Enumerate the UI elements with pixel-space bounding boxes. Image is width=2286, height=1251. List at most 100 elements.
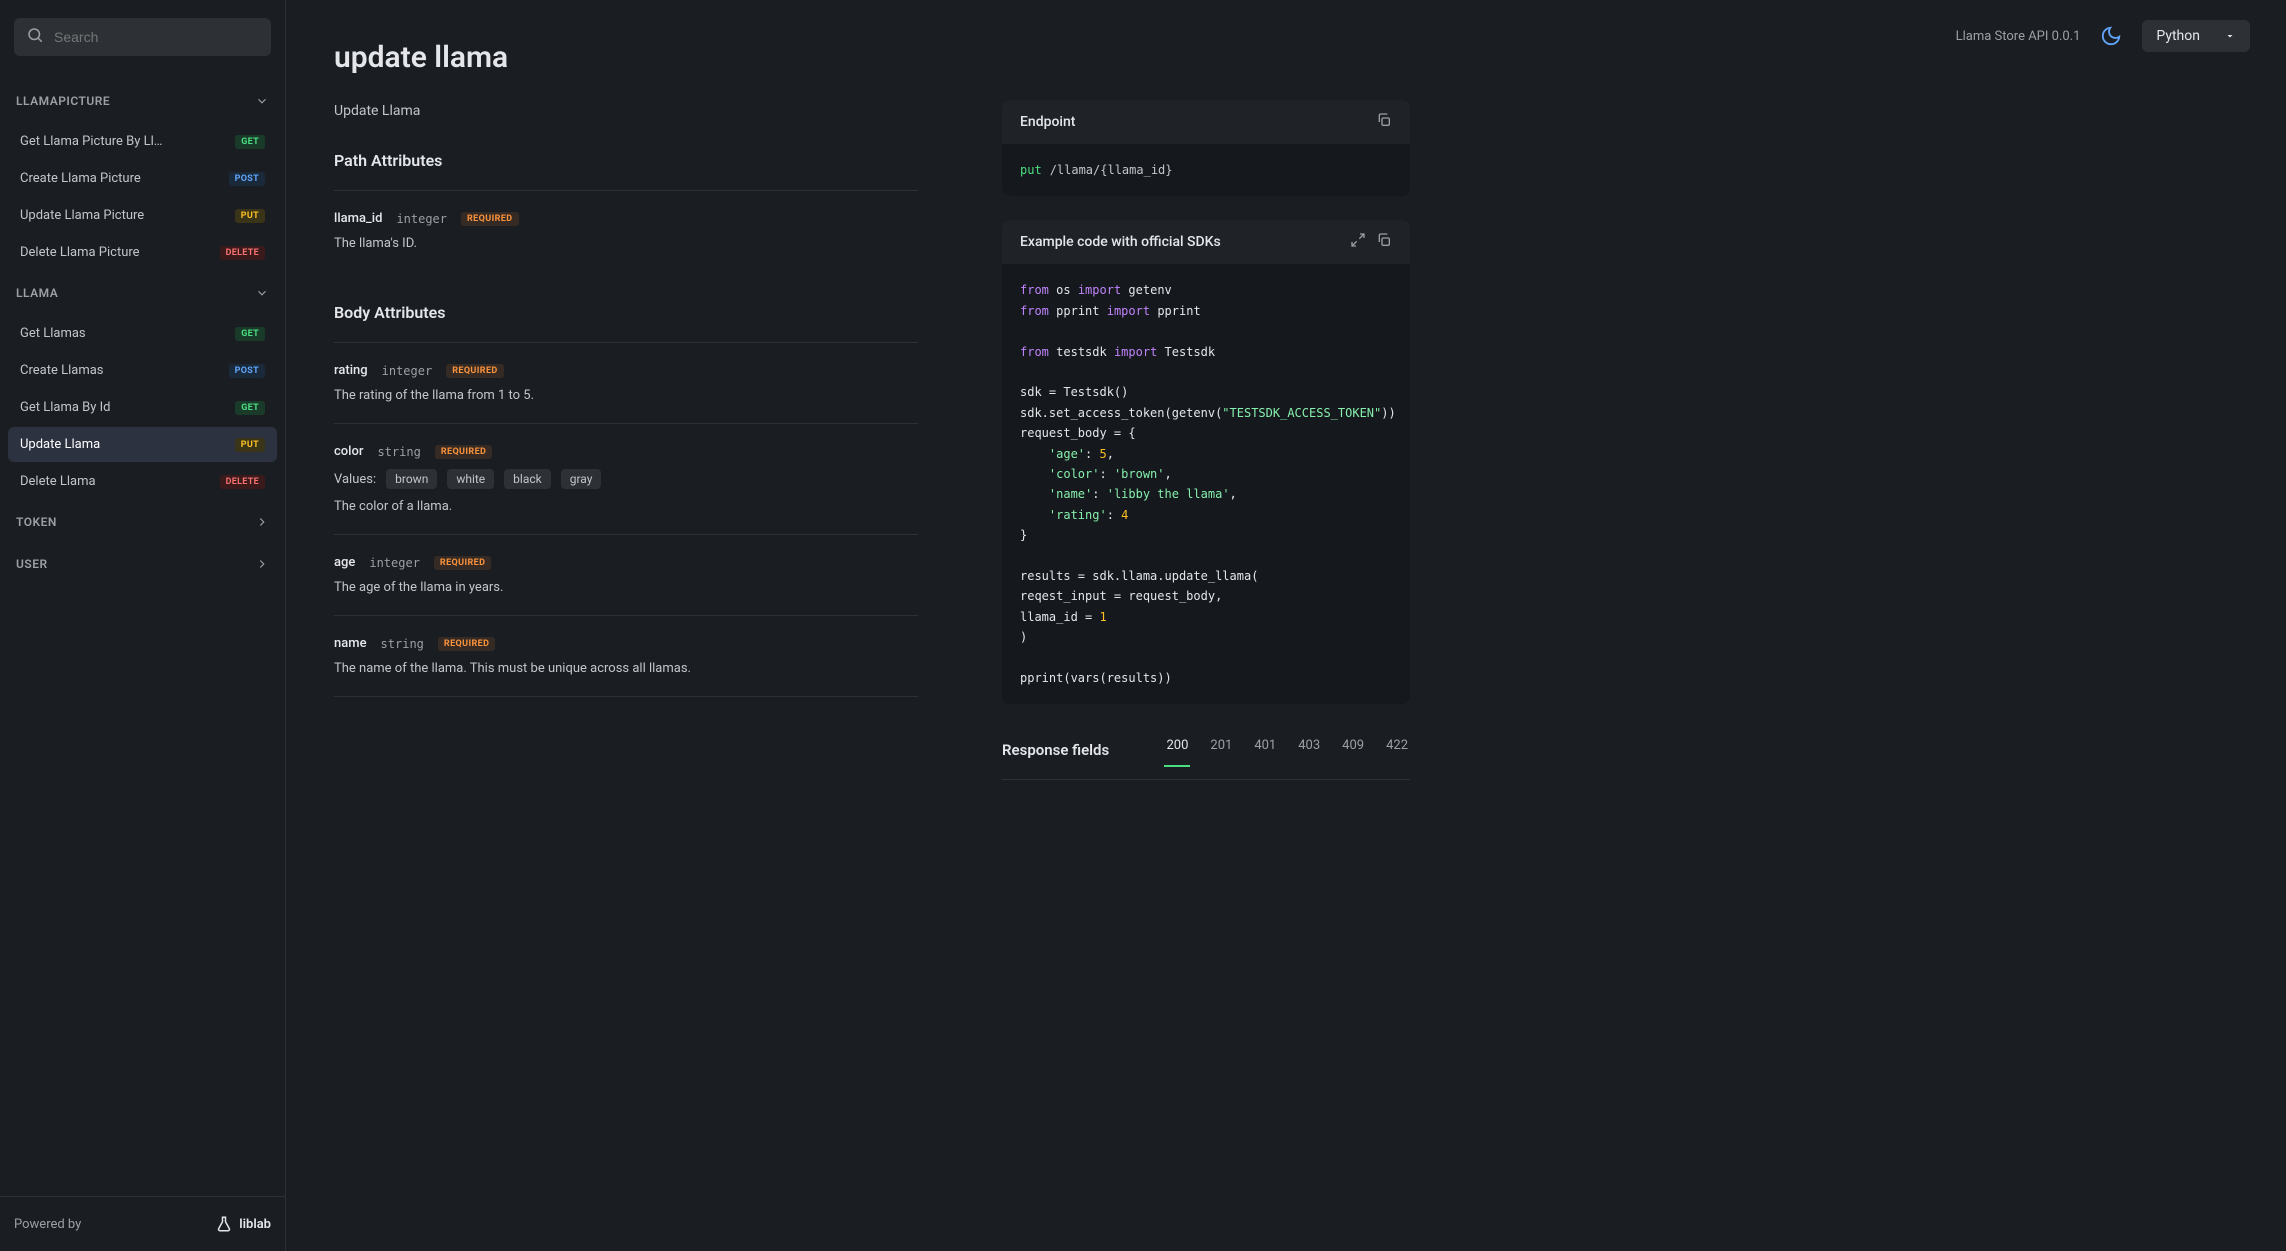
param-type: string — [381, 637, 424, 651]
expand-button[interactable] — [1350, 232, 1366, 252]
search-input[interactable] — [54, 29, 259, 45]
divider — [1002, 779, 1410, 780]
language-select[interactable]: Python — [2142, 20, 2250, 52]
param-name: llama_id — [334, 211, 382, 226]
response-title: Response fields — [1002, 741, 1109, 759]
search-icon — [26, 26, 44, 48]
status-tab-422[interactable]: 422 — [1384, 732, 1410, 767]
section-header-llama[interactable]: LLAMA — [8, 272, 277, 314]
required-badge: REQUIRED — [434, 556, 491, 570]
param-llama-id: llama_id integer REQUIRED The llama's ID… — [334, 190, 918, 271]
sidebar-item-create-llamas[interactable]: Create Llamas POST — [8, 353, 277, 388]
method-badge: PUT — [235, 209, 265, 223]
param-name: rating — [334, 363, 368, 378]
example-card: Example code with official SDKs from os … — [1002, 220, 1410, 704]
param-name: color — [334, 444, 363, 459]
copy-button[interactable] — [1376, 232, 1392, 252]
sidebar-item-label: Update Llama Picture — [20, 208, 144, 223]
param-type: string — [377, 445, 420, 459]
copy-button[interactable] — [1376, 112, 1392, 132]
required-badge: REQUIRED — [438, 637, 495, 651]
method-badge: GET — [235, 135, 265, 149]
nav-scroll[interactable]: LLAMAPICTURE Get Llama Picture By Ll… GE… — [0, 74, 285, 1196]
param-type: integer — [396, 212, 447, 226]
param-name-field: name string REQUIRED The name of the lla… — [334, 615, 918, 697]
copy-icon — [1376, 232, 1392, 248]
status-tab-401[interactable]: 401 — [1252, 732, 1278, 767]
flask-icon — [215, 1215, 233, 1233]
sidebar-item-label: Delete Llama Picture — [20, 245, 140, 260]
section-label: LLAMAPICTURE — [16, 94, 110, 108]
section-header-llamapicture[interactable]: LLAMAPICTURE — [8, 80, 277, 122]
caret-down-icon — [2224, 30, 2236, 42]
sidebar-item-create-llama-picture[interactable]: Create Llama Picture POST — [8, 161, 277, 196]
param-desc: The llama's ID. — [334, 236, 918, 251]
sidebar-item-delete-llama[interactable]: Delete Llama DELETE — [8, 464, 277, 499]
sidebar-item-label: Get Llama Picture By Ll… — [20, 134, 162, 149]
content: update llama Update Llama Path Attribute… — [286, 0, 966, 1251]
value-chip: brown — [386, 469, 437, 489]
sidebar-item-label: Create Llama Picture — [20, 171, 141, 186]
value-chip: gray — [561, 469, 602, 489]
sidebar-item-label: Get Llama By Id — [20, 400, 111, 415]
method-badge: DELETE — [220, 246, 265, 260]
topbar: Llama Store API 0.0.1 Python — [1956, 20, 2250, 52]
method-badge: POST — [229, 172, 265, 186]
chevron-down-icon — [255, 94, 269, 108]
sidebar-item-label: Delete Llama — [20, 474, 96, 489]
api-meta: Llama Store API 0.0.1 — [1956, 29, 2081, 44]
search-box[interactable] — [14, 18, 271, 56]
section-label: USER — [16, 557, 48, 571]
section-header-token[interactable]: TOKEN — [8, 501, 277, 543]
param-age: age integer REQUIRED The age of the llam… — [334, 534, 918, 615]
response-block: Response fields 200 201 401 403 409 422 — [1002, 732, 1410, 780]
method-badge: GET — [235, 327, 265, 341]
sidebar-item-update-llama[interactable]: Update Llama PUT — [8, 427, 277, 462]
section-label: TOKEN — [16, 515, 57, 529]
status-tab-403[interactable]: 403 — [1296, 732, 1322, 767]
status-tab-200[interactable]: 200 — [1164, 732, 1190, 767]
liblab-logo[interactable]: liblab — [215, 1215, 271, 1233]
required-badge: REQUIRED — [461, 212, 518, 226]
param-desc: The rating of the llama from 1 to 5. — [334, 388, 918, 403]
param-color: color string REQUIRED Values: brown whit… — [334, 423, 918, 534]
expand-icon — [1350, 232, 1366, 248]
section-header-user[interactable]: USER — [8, 543, 277, 585]
example-header: Example code with official SDKs — [1020, 234, 1221, 250]
method-badge: PUT — [235, 438, 265, 452]
sidebar-item-get-llamas[interactable]: Get Llamas GET — [8, 316, 277, 351]
brand-text: liblab — [239, 1217, 271, 1232]
param-name: name — [334, 636, 367, 651]
status-tab-409[interactable]: 409 — [1340, 732, 1366, 767]
code-block: from os import getenv from pprint import… — [1002, 264, 1410, 704]
method-badge: DELETE — [220, 475, 265, 489]
http-verb: put — [1020, 160, 1042, 180]
sidebar-item-update-llama-picture[interactable]: Update Llama Picture PUT — [8, 198, 277, 233]
sidebar-item-delete-llama-picture[interactable]: Delete Llama Picture DELETE — [8, 235, 277, 270]
sidebar-item-label: Get Llamas — [20, 326, 86, 341]
section-label: LLAMA — [16, 286, 58, 300]
sidebar-item-get-llama-by-id[interactable]: Get Llama By Id GET — [8, 390, 277, 425]
moon-icon[interactable] — [2100, 25, 2122, 47]
copy-icon — [1376, 112, 1392, 128]
sidebar-item-get-llama-picture[interactable]: Get Llama Picture By Ll… GET — [8, 124, 277, 159]
chevron-down-icon — [255, 286, 269, 300]
page-subtitle: Update Llama — [334, 103, 918, 119]
sidebar-footer: Powered by liblab — [0, 1196, 285, 1251]
required-badge: REQUIRED — [435, 445, 492, 459]
values-label: Values: — [334, 472, 376, 487]
value-chip: black — [504, 469, 551, 489]
body-attributes-heading: Body Attributes — [334, 303, 918, 322]
param-rating: rating integer REQUIRED The rating of th… — [334, 342, 918, 423]
method-badge: GET — [235, 401, 265, 415]
chevron-right-icon — [255, 557, 269, 571]
language-label: Python — [2156, 28, 2200, 44]
status-tab-201[interactable]: 201 — [1208, 732, 1234, 767]
endpoint-card: Endpoint put /llama/{llama_id} — [1002, 100, 1410, 196]
page-title: update llama — [334, 40, 918, 75]
param-type: integer — [369, 556, 420, 570]
sidebar-item-label: Update Llama — [20, 437, 100, 452]
sidebar: LLAMAPICTURE Get Llama Picture By Ll… GE… — [0, 0, 286, 1251]
path-attributes-heading: Path Attributes — [334, 151, 918, 170]
required-badge: REQUIRED — [446, 364, 503, 378]
